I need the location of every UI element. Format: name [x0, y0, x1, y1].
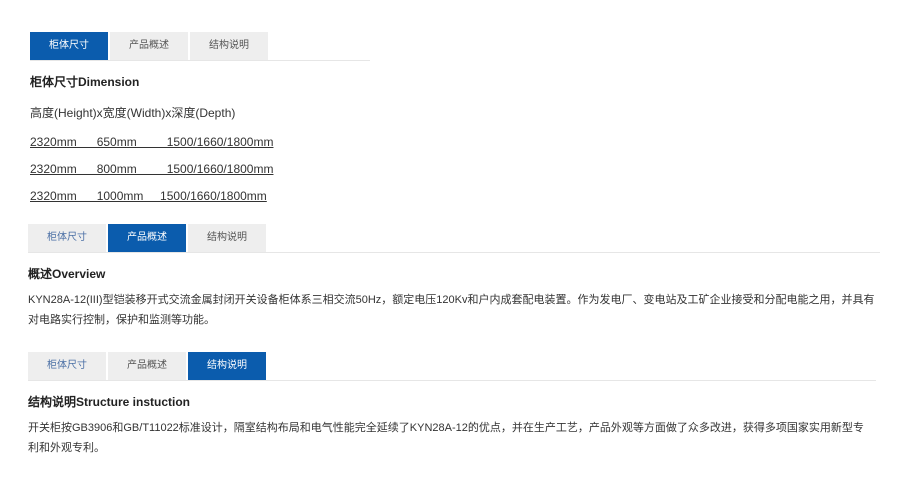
- structure-heading: 结构说明Structure instuction: [28, 395, 191, 409]
- structure-section: 柜体尺寸 产品概述 结构说明 结构说明Structure instuction …: [28, 352, 876, 458]
- tab-dimension[interactable]: 柜体尺寸: [30, 32, 108, 60]
- dimension-section: 柜体尺寸 产品概述 结构说明 柜体尺寸Dimension 高度(Height)x…: [30, 32, 370, 203]
- dimension-row: 2320mm 1000mm 1500/1660/1800mm: [30, 189, 267, 203]
- overview-heading: 概述Overview: [28, 267, 106, 281]
- product-detail-page: 柜体尺寸 产品概述 结构说明 柜体尺寸Dimension 高度(Height)x…: [0, 0, 900, 486]
- overview-text: KYN28A-12(III)型铠装移开式交流金属封闭开关设备柜体系三相交流50H…: [28, 294, 875, 326]
- overview-section: 柜体尺寸 产品概述 结构说明 概述Overview KYN28A-12(III)…: [28, 224, 880, 330]
- tab-bar: 柜体尺寸 产品概述 结构说明: [28, 352, 876, 381]
- structure-text: 开关柜按GB3906和GB/T11022标准设计，隔室结构布局和电气性能完全延续…: [28, 422, 864, 454]
- dimension-row: 2320mm 650mm 1500/1660/1800mm: [30, 135, 274, 149]
- tab-structure[interactable]: 结构说明: [190, 32, 268, 60]
- tab-dimension[interactable]: 柜体尺寸: [28, 352, 106, 380]
- tab-overview[interactable]: 产品概述: [108, 224, 186, 252]
- dimension-heading: 柜体尺寸Dimension: [30, 75, 140, 89]
- tab-bar: 柜体尺寸 产品概述 结构说明: [30, 32, 370, 61]
- tab-dimension[interactable]: 柜体尺寸: [28, 224, 106, 252]
- tab-bar: 柜体尺寸 产品概述 结构说明: [28, 224, 880, 253]
- dimension-row: 2320mm 800mm 1500/1660/1800mm: [30, 162, 274, 176]
- tab-structure[interactable]: 结构说明: [188, 224, 266, 252]
- dimension-subtitle: 高度(Height)x宽度(Width)x深度(Depth): [30, 106, 236, 120]
- tab-overview[interactable]: 产品概述: [108, 352, 186, 380]
- tab-structure[interactable]: 结构说明: [188, 352, 266, 380]
- tab-overview[interactable]: 产品概述: [110, 32, 188, 60]
